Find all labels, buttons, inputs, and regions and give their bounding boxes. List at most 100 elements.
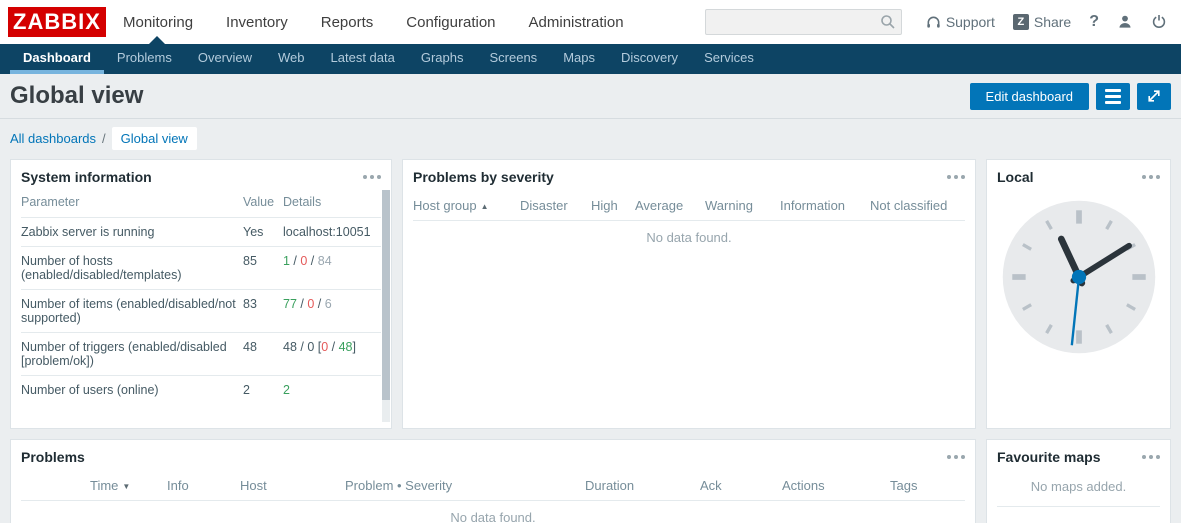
menu-item-inventory[interactable]: Inventory bbox=[226, 14, 288, 31]
table-row: Number of hosts (enabled/disabled/templa… bbox=[21, 247, 381, 290]
table-row: Number of users (online)22 bbox=[21, 376, 381, 405]
subnav-item-services[interactable]: Services bbox=[691, 44, 767, 74]
clock-center-dot bbox=[1071, 270, 1085, 284]
share-label: Share bbox=[1034, 14, 1071, 30]
help-icon[interactable]: ? bbox=[1089, 13, 1099, 31]
subnav-item-dashboard[interactable]: Dashboard bbox=[10, 44, 104, 74]
widget-title: Problems by severity bbox=[413, 169, 554, 185]
details-cell: 77 / 0 / 6 bbox=[283, 290, 381, 333]
column-header-high: High bbox=[591, 198, 618, 213]
menu-item-monitoring[interactable]: Monitoring bbox=[123, 14, 193, 31]
expand-icon bbox=[1146, 88, 1162, 104]
column-header-ack: Ack bbox=[700, 478, 722, 493]
widget-menu-button[interactable] bbox=[1142, 171, 1160, 183]
column-header-average: Average bbox=[635, 198, 683, 213]
menu-item-administration[interactable]: Administration bbox=[529, 14, 624, 31]
table-row: Number of items (enabled/disabled/not su… bbox=[21, 290, 381, 333]
sort-desc-icon: ▼ bbox=[122, 482, 130, 491]
parameter-cell: Number of hosts (enabled/disabled/templa… bbox=[21, 247, 243, 290]
signout-icon[interactable] bbox=[1151, 14, 1167, 30]
value-cell: 48 bbox=[243, 333, 283, 376]
page-title: Global view bbox=[10, 82, 143, 110]
widget-favourite-maps: Favourite maps No maps added. bbox=[986, 439, 1171, 523]
breadcrumb-all-dashboards[interactable]: All dashboards bbox=[10, 131, 96, 146]
widget-problems-by-severity: Problems by severity Host group▲ Disaster… bbox=[402, 159, 976, 429]
search-box bbox=[705, 9, 902, 35]
widget-system-information: System information Parameter Value Detai… bbox=[10, 159, 392, 429]
menu-item-reports[interactable]: Reports bbox=[321, 14, 374, 31]
title-bar: Global view Edit dashboard bbox=[0, 74, 1181, 119]
column-header-not-classified: Not classified bbox=[870, 198, 947, 213]
widget-menu-button[interactable] bbox=[947, 451, 965, 463]
dashboard-menu-button[interactable] bbox=[1096, 83, 1130, 110]
top-header: ZABBIX Monitoring Inventory Reports Configu… bbox=[0, 0, 1181, 44]
sort-asc-icon: ▲ bbox=[481, 202, 489, 211]
zabbix-share-icon: Z bbox=[1013, 14, 1029, 30]
column-header-actions: Actions bbox=[782, 478, 825, 493]
widget-menu-button[interactable] bbox=[947, 171, 965, 183]
headset-icon bbox=[926, 15, 941, 30]
share-link[interactable]: Z Share bbox=[1013, 14, 1071, 30]
parameter-cell: Zabbix server is running bbox=[21, 218, 243, 247]
system-information-rows: Zabbix server is runningYeslocalhost:100… bbox=[21, 218, 381, 405]
subnav-item-problems[interactable]: Problems bbox=[104, 44, 185, 74]
parameter-cell: Number of items (enabled/disabled/not su… bbox=[21, 290, 243, 333]
fullscreen-button[interactable] bbox=[1137, 83, 1171, 110]
zabbix-logo[interactable]: ZABBIX bbox=[8, 7, 106, 37]
subnav-item-graphs[interactable]: Graphs bbox=[408, 44, 477, 74]
scrollbar-thumb[interactable] bbox=[382, 190, 390, 400]
scrollbar-track[interactable] bbox=[382, 190, 390, 422]
widget-menu-button[interactable] bbox=[363, 171, 381, 183]
table-row: Number of triggers (enabled/disabled [pr… bbox=[21, 333, 381, 376]
column-header-host: Host bbox=[240, 478, 267, 493]
column-header-time[interactable]: Time▼ bbox=[90, 478, 130, 493]
top-menu: Monitoring Inventory Reports Configuration A… bbox=[123, 14, 624, 31]
value-cell: 83 bbox=[243, 290, 283, 333]
severity-column-headers: Host group▲DisasterHighAverageWarningInf… bbox=[413, 194, 965, 220]
support-link[interactable]: Support bbox=[926, 14, 995, 30]
dashboard-grid: System information Parameter Value Detai… bbox=[10, 159, 1171, 523]
value-cell: Yes bbox=[243, 218, 283, 247]
breadcrumb: All dashboards / Global view bbox=[10, 126, 1181, 151]
column-header-warning: Warning bbox=[705, 198, 753, 213]
column-header-problem-severity: Problem • Severity bbox=[345, 478, 452, 493]
widget-title: System information bbox=[21, 169, 152, 185]
widget-title: Local bbox=[997, 169, 1034, 185]
search-input[interactable] bbox=[705, 9, 902, 35]
subnav-item-overview[interactable]: Overview bbox=[185, 44, 265, 74]
subnav-item-web[interactable]: Web bbox=[265, 44, 318, 74]
title-actions: Edit dashboard bbox=[970, 83, 1171, 110]
search-icon[interactable] bbox=[880, 14, 896, 30]
column-header-disaster: Disaster bbox=[520, 198, 568, 213]
subnav-item-screens[interactable]: Screens bbox=[476, 44, 550, 74]
analog-clock bbox=[998, 196, 1160, 358]
details-cell: 1 / 0 / 84 bbox=[283, 247, 381, 290]
header-right: Support Z Share ? bbox=[705, 9, 1167, 35]
problems-column-headers: Time▼InfoHostProblem • SeverityDurationA… bbox=[21, 474, 965, 500]
edit-dashboard-button[interactable]: Edit dashboard bbox=[970, 83, 1089, 110]
active-menu-caret bbox=[149, 36, 165, 44]
severity-no-data: No data found. bbox=[413, 220, 965, 245]
favourite-maps-no-data: No maps added. bbox=[997, 470, 1160, 507]
column-header-tags: Tags bbox=[890, 478, 917, 493]
problems-no-data: No data found. bbox=[21, 500, 965, 523]
details-cell: 48 / 0 [0 / 48] bbox=[283, 333, 381, 376]
widget-title: Problems bbox=[21, 449, 85, 465]
widget-local-clock: Local bbox=[986, 159, 1171, 429]
value-cell: 2 bbox=[243, 376, 283, 405]
subnav-item-latest-data[interactable]: Latest data bbox=[318, 44, 408, 74]
table-row: Zabbix server is runningYeslocalhost:100… bbox=[21, 218, 381, 247]
column-header-host-group[interactable]: Host group▲ bbox=[413, 198, 489, 213]
subnav-item-discovery[interactable]: Discovery bbox=[608, 44, 691, 74]
sub-navigation: DashboardProblemsOverviewWebLatest dataG… bbox=[0, 44, 1181, 74]
breadcrumb-current[interactable]: Global view bbox=[112, 127, 197, 150]
widget-menu-button[interactable] bbox=[1142, 451, 1160, 463]
menu-item-configuration[interactable]: Configuration bbox=[406, 14, 495, 31]
details-cell: localhost:10051 bbox=[283, 218, 381, 247]
support-label: Support bbox=[946, 14, 995, 30]
column-header-info: Info bbox=[167, 478, 189, 493]
widget-problems: Problems Time▼ Info Host Problem • Severity… bbox=[10, 439, 976, 523]
subnav-item-maps[interactable]: Maps bbox=[550, 44, 608, 74]
user-icon[interactable] bbox=[1117, 14, 1133, 30]
hamburger-icon bbox=[1105, 89, 1121, 92]
